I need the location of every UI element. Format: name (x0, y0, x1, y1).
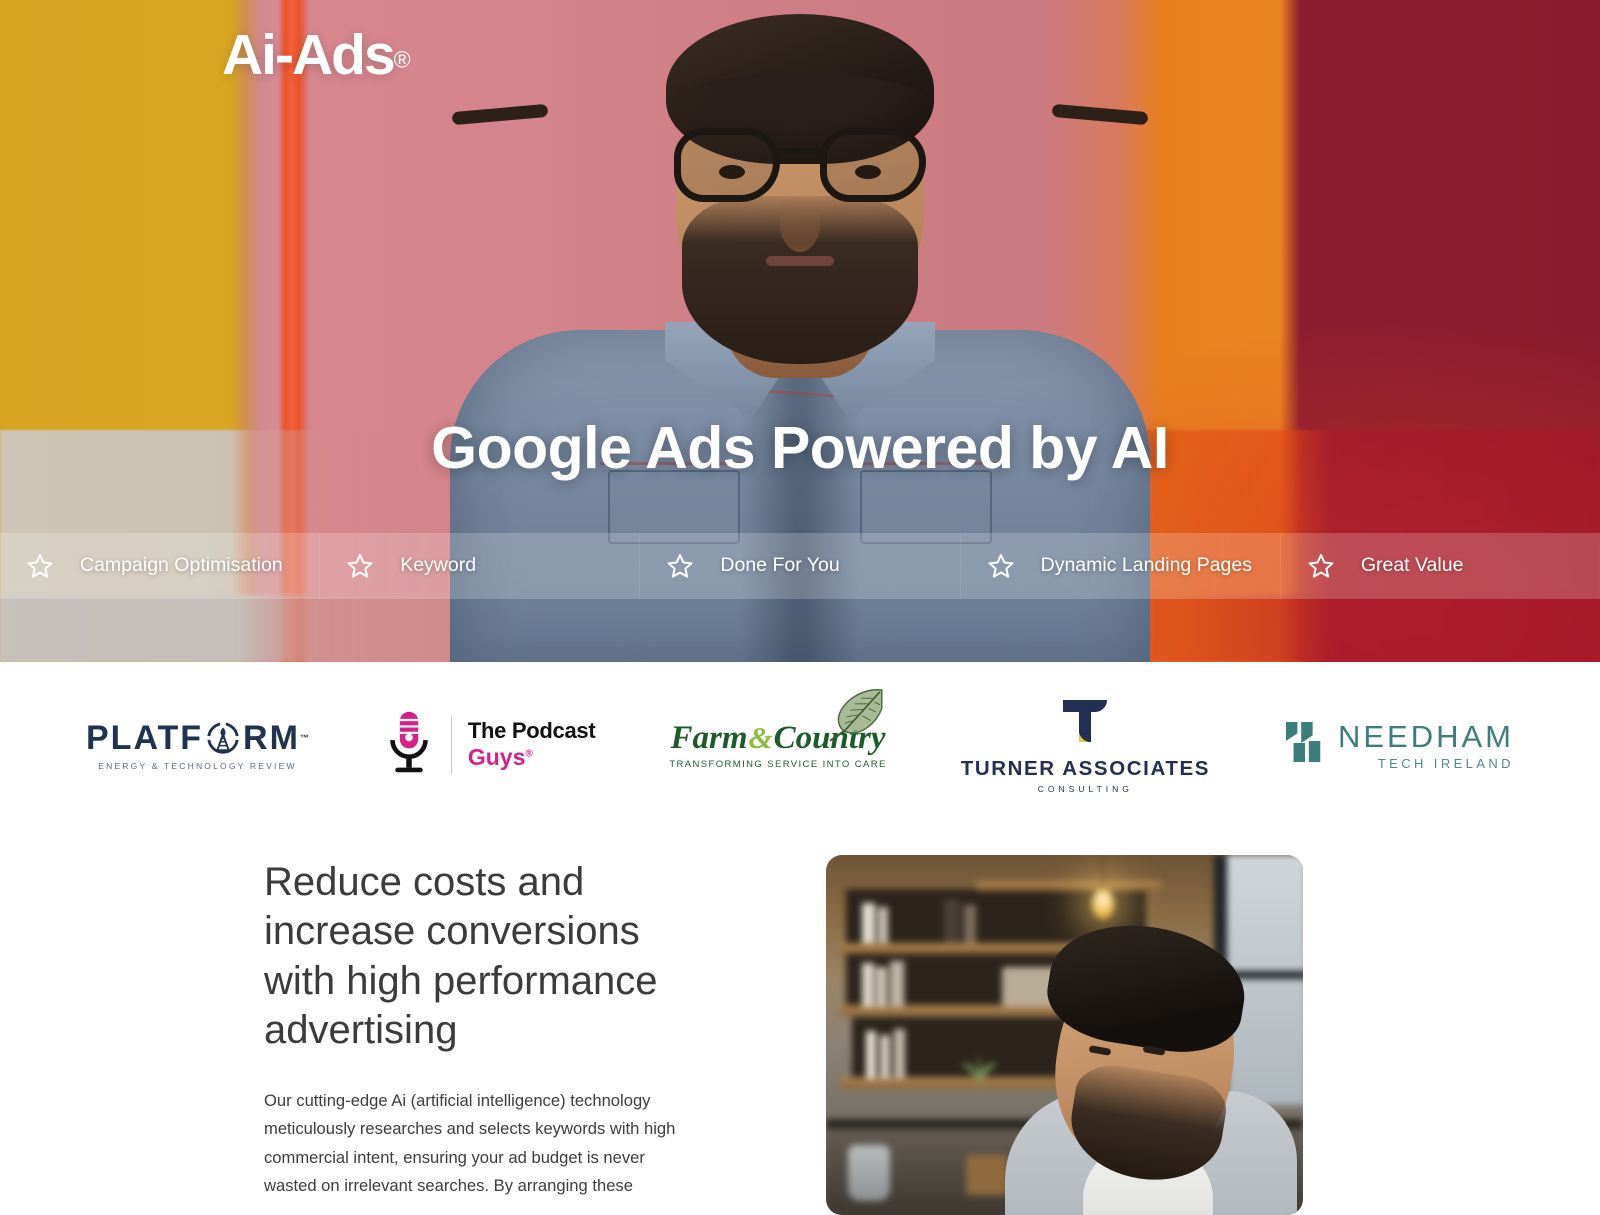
farm-ampersand: & (748, 719, 773, 755)
podcast-line2: Guys (467, 744, 526, 770)
star-icon (347, 554, 373, 578)
feature-badge[interactable]: Dynamic Landing Pages (960, 533, 1281, 599)
value-proposition-section: Reduce costs and increase conversions wi… (0, 827, 1600, 1215)
feature-badge-label: Keyword (400, 554, 477, 577)
hero-section: Ai-Ads® Google Ads Powered by AI Campaig… (0, 0, 1600, 662)
feature-badge[interactable]: Keyword (320, 533, 641, 599)
needham-line1: NEEDHAM (1337, 718, 1514, 754)
feature-badge-strip: Campaign Optimisation Keyword Done For Y… (0, 533, 1600, 599)
turner-line2: CONSULTING (1037, 783, 1133, 794)
feature-badge-label: Great Value (1360, 554, 1464, 577)
brand-logo[interactable]: Ai-Ads® (222, 22, 411, 88)
logo-divider (450, 715, 452, 774)
feature-badge-label: Done For You (720, 554, 840, 577)
section-heading: Reduce costs and increase conversions wi… (264, 860, 658, 1053)
feature-badge[interactable]: Done For You (640, 533, 961, 599)
star-icon (988, 554, 1014, 578)
star-icon (667, 554, 693, 578)
client-logo-turner-associates: TURNER ASSOCIATES CONSULTING (961, 696, 1210, 794)
star-icon (1308, 554, 1334, 578)
hero-title: Google Ads Powered by AI (431, 415, 1169, 481)
section-photo (826, 855, 1303, 1215)
brand-logo-text: Ai-Ads (222, 23, 396, 87)
client-logo-bar: PLATF RM ™ ENERGY & TECHNOLOGY REVIEW Th… (0, 662, 1600, 827)
feature-badge-label: Dynamic Landing Pages (1040, 554, 1252, 577)
star-icon (27, 554, 53, 578)
podcast-line1: The Podcast (467, 718, 596, 743)
platform-trademark: ™ (299, 733, 309, 743)
farm-word: Farm (670, 719, 748, 756)
platform-word-b: RM (243, 718, 300, 757)
value-proposition-text-column: Reduce costs and increase conversions wi… (264, 858, 694, 1201)
person-in-photo (997, 911, 1297, 1215)
feature-badge[interactable]: Great Value (1280, 533, 1600, 599)
client-logo-needham: NEEDHAM TECH IRELAND (1284, 719, 1514, 771)
turner-line1: TURNER ASSOCIATES (960, 756, 1210, 780)
client-logo-farm-and-country: Farm & Country TRANSFORMING SERVICE INTO… (669, 688, 887, 770)
needham-line2: TECH IRELAND (1377, 755, 1514, 771)
needham-chevrons-icon (1284, 720, 1326, 769)
farm-tagline: TRANSFORMING SERVICE INTO CARE (669, 758, 887, 770)
client-logo-podcast-guys: The Podcast Guys® (383, 709, 596, 780)
oil-rig-icon (204, 719, 242, 757)
section-body-text: Our cutting-edge Ai (artificial intellig… (264, 1090, 676, 1196)
feature-badge[interactable]: Campaign Optimisation (0, 533, 321, 599)
platform-word-a: PLATF (86, 718, 204, 757)
client-logo-platform: PLATF RM ™ ENERGY & TECHNOLOGY REVIEW (86, 719, 309, 771)
platform-tagline: ENERGY & TECHNOLOGY REVIEW (98, 760, 297, 771)
microphone-icon (383, 709, 435, 780)
feature-badge-label: Campaign Optimisation (80, 554, 283, 577)
podcast-registered: ® (525, 748, 533, 760)
oak-leaf-icon (817, 686, 891, 742)
brand-logo-registered: ® (393, 46, 411, 73)
turner-t-mark-icon (1057, 696, 1113, 752)
